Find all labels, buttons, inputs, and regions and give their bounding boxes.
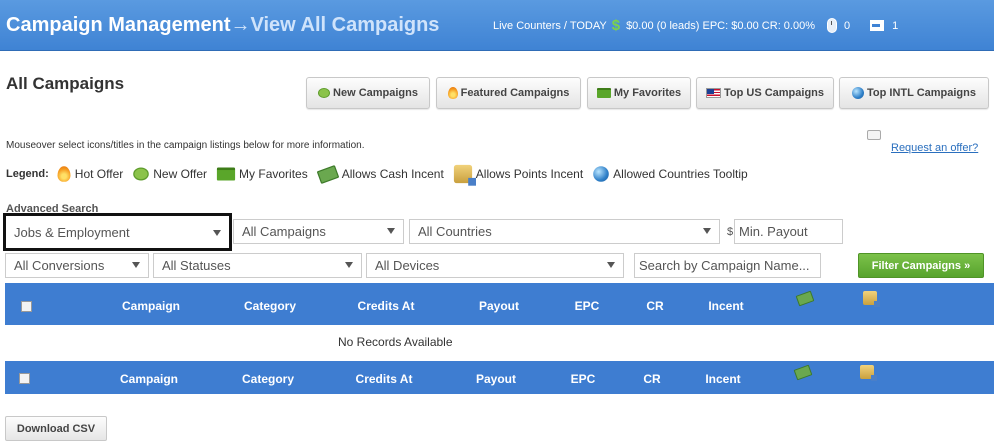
devices-select[interactable]: All Devices [366,253,624,278]
exits-count: 1 [892,19,899,32]
legend: Legend: Hot Offer New Offer My Favorites… [6,160,760,188]
tab-label: Featured Campaigns [460,87,570,99]
tab-featured-campaigns[interactable]: Featured Campaigns [436,77,581,109]
campaigns-value: All Campaigns [242,224,326,239]
col-category[interactable]: Category [242,372,294,386]
col-payout[interactable]: Payout [479,299,519,313]
legend-countries-tooltip: Allowed Countries Tooltip [593,166,748,182]
statuses-select[interactable]: All Statuses [153,253,362,278]
col-payout[interactable]: Payout [476,372,516,386]
col-cr[interactable]: CR [646,299,663,313]
col-cr[interactable]: CR [643,372,660,386]
favorites-icon [596,88,611,98]
favorites-icon [216,167,236,181]
counters-label: Live Counters / TODAY [493,19,607,32]
legend-label: Legend: [6,168,49,180]
mouse-icon [827,18,838,33]
globe-icon [593,166,609,182]
heading-sub: View All Campaigns [250,14,440,36]
col-credits-at[interactable]: Credits At [358,299,415,313]
exit-icon [870,20,885,31]
campaign-search-input[interactable]: Search by Campaign Name... [634,253,821,278]
col-campaign[interactable]: Campaign [122,299,180,313]
legend-new-offer: New Offer [133,167,208,181]
tab-top-intl-campaigns[interactable]: Top INTL Campaigns [839,77,989,109]
legend-text: My Favorites [239,167,308,181]
tab-top-us-campaigns[interactable]: Top US Campaigns [696,77,834,109]
info-text: Mouseover select icons/titles in the cam… [6,140,365,151]
cash-icon [795,290,815,307]
hot-offer-icon [57,166,71,182]
chevron-down-icon [345,262,353,268]
conversions-select[interactable]: All Conversions [5,253,149,278]
heading-arrow: → [230,14,251,36]
request-offer-link[interactable]: Request an offer? [891,142,978,154]
download-csv-button[interactable]: Download CSV [5,416,107,441]
no-records-text: No Records Available [338,335,453,349]
chevron-down-icon [213,230,221,236]
tab-label: Top INTL Campaigns [867,87,976,99]
filter-campaigns-button[interactable]: Filter Campaigns » [858,253,984,278]
points-icon [453,164,476,186]
tab-label: My Favorites [613,87,682,99]
chevron-down-icon [132,262,140,268]
min-payout-input[interactable]: Min. Payout [734,219,843,244]
devices-value: All Devices [375,258,440,273]
col-credits-at[interactable]: Credits At [356,372,413,386]
globe-icon [852,87,864,99]
legend-text: Allows Cash Incent [341,167,444,181]
points-icon [863,291,880,307]
cash-icon [793,364,813,381]
page-title: All Campaigns [6,74,125,93]
hot-icon [447,87,458,99]
chevron-down-icon [607,262,615,268]
tab-label: New Campaigns [333,87,418,99]
legend-cash-incent: Allows Cash Incent [316,164,444,184]
counters-value: $0.00 (0 leads) EPC: $0.00 CR: 0.00% [626,19,816,32]
new-icon [318,88,331,98]
currency-label: $ [727,226,734,238]
chevron-down-icon [703,228,711,234]
col-epc[interactable]: EPC [571,372,596,386]
tab-new-campaigns[interactable]: New Campaigns [306,77,430,109]
points-icon [860,365,877,381]
legend-text: Hot Offer [74,167,124,181]
table-footer-header: Campaign Category Credits At Payout EPC … [5,361,994,394]
col-campaign[interactable]: Campaign [120,372,178,386]
heading-main: Campaign Management [6,14,231,36]
col-epc[interactable]: EPC [575,299,600,313]
col-incent[interactable]: Incent [705,372,740,386]
legend-text: Allows Points Incent [475,167,584,181]
legend-text: New Offer [153,167,208,181]
live-counters: Live Counters / TODAY $ $0.00 (0 leads) … [493,17,898,34]
new-offer-icon [133,167,150,181]
dollar-icon: $ [611,17,621,34]
tab-label: Top US Campaigns [723,87,825,99]
col-category[interactable]: Category [244,299,296,313]
top-header: Campaign Management→View All Campaigns L… [0,0,994,51]
statuses-value: All Statuses [162,258,231,273]
countries-select[interactable]: All Countries [409,219,720,244]
legend-hot-offer: Hot Offer [57,166,124,182]
us-flag-icon [705,88,721,98]
legend-text: Allowed Countries Tooltip [613,167,748,181]
clicks-count: 0 [844,19,851,32]
col-incent[interactable]: Incent [708,299,743,313]
category-select[interactable]: Jobs & Employment [3,213,232,251]
table-header: Campaign Category Credits At Payout EPC … [5,283,994,325]
chevron-down-icon [387,228,395,234]
countries-value: All Countries [418,224,492,239]
legend-my-favorites: My Favorites [216,167,308,181]
campaigns-select[interactable]: All Campaigns [233,219,404,244]
conversions-value: All Conversions [14,258,105,273]
cash-icon [316,164,340,184]
request-area [867,130,891,140]
legend-points-incent: Allows Points Incent [453,164,584,186]
speech-bubble-icon [867,130,881,140]
tab-my-favorites[interactable]: My Favorites [587,77,691,109]
select-all-checkbox[interactable] [19,373,30,384]
select-all-checkbox[interactable] [21,301,32,312]
category-value: Jobs & Employment [14,224,130,240]
page-heading: Campaign Management→View All Campaigns [6,14,439,37]
